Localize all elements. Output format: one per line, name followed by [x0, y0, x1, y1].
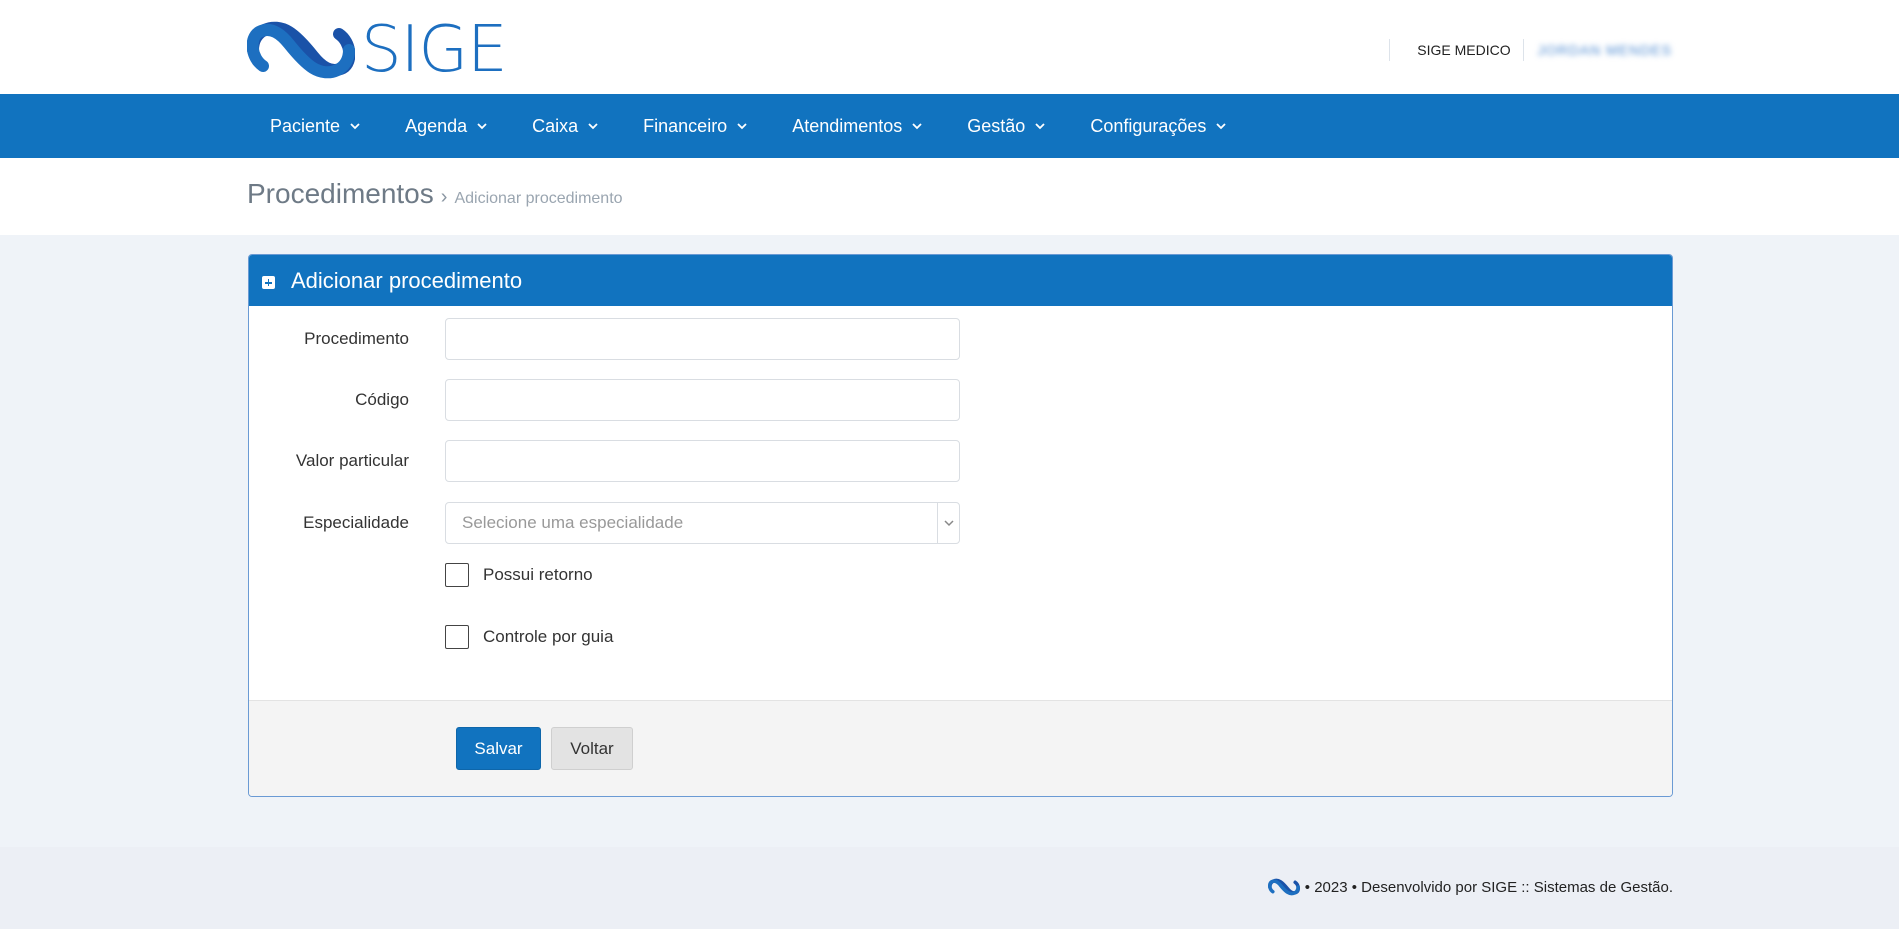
user-area: SIGE MEDICO JORDAN MENDES: [1389, 38, 1672, 62]
nav-item-label: Caixa: [532, 115, 579, 136]
chevron-down-icon: [477, 123, 487, 130]
breadcrumb: Procedimentos › Adicionar procedimento: [247, 178, 623, 210]
infinity-logo-icon: [247, 21, 355, 79]
infinity-logo-icon: [1267, 878, 1300, 896]
form-actions: Salvar Voltar: [249, 700, 1672, 796]
nav-item-label: Paciente: [270, 115, 341, 136]
form-row-codigo: Código: [249, 379, 1672, 421]
brand-name: SIGE: [361, 13, 508, 87]
clinic-name[interactable]: SIGE MEDICO: [1390, 42, 1522, 58]
possui-retorno-row[interactable]: Possui retorno: [445, 563, 593, 587]
procedimento-input[interactable]: [445, 318, 960, 360]
panel-header: Adicionar procedimento: [249, 255, 1672, 306]
save-button[interactable]: Salvar: [456, 727, 541, 770]
page-title-bar: Procedimentos › Adicionar procedimento: [0, 158, 1899, 235]
especialidade-select[interactable]: Selecione uma especialidade: [445, 502, 960, 544]
chevron-down-icon: [737, 123, 747, 130]
form-row-valor: Valor particular: [249, 440, 1672, 482]
chevron-down-icon: [1035, 123, 1045, 130]
nav-item-gestao[interactable]: Gestão: [945, 94, 1068, 158]
footer-text: • 2023 • Desenvolvido por SIGE :: Sistem…: [1304, 878, 1673, 896]
controle-guia-label[interactable]: Controle por guia: [483, 627, 613, 647]
chevron-down-icon: [1216, 123, 1227, 130]
form-row-especialidade: Especialidade Selecione uma especialidad…: [249, 502, 1672, 544]
controle-guia-checkbox[interactable]: [445, 625, 469, 649]
possui-retorno-label[interactable]: Possui retorno: [483, 565, 593, 585]
nav-item-label: Atendimentos: [792, 115, 903, 136]
especialidade-label: Especialidade: [303, 513, 409, 532]
page-footer: • 2023 • Desenvolvido por SIGE :: Sistem…: [0, 847, 1899, 929]
nav-item-configuracoes[interactable]: Configurações: [1068, 94, 1249, 158]
valor-label: Valor particular: [295, 451, 409, 470]
breadcrumb-separator: ›: [440, 186, 448, 208]
possui-retorno-checkbox[interactable]: [445, 563, 469, 587]
nav-item-atendimentos[interactable]: Atendimentos: [770, 94, 945, 158]
codigo-label: Código: [355, 390, 409, 409]
add-procedure-panel: Adicionar procedimento Procedimento Códi…: [248, 254, 1673, 797]
chevron-down-icon: [588, 123, 598, 130]
plus-square-icon: [262, 276, 275, 289]
chevron-down-icon: [937, 503, 959, 543]
form-row-procedimento: Procedimento: [249, 318, 1672, 360]
codigo-input[interactable]: [445, 379, 960, 421]
procedimento-label: Procedimento: [304, 329, 409, 348]
chevron-down-icon: [350, 123, 360, 130]
select-placeholder: Selecione uma especialidade: [462, 513, 684, 532]
main-nav: Paciente Agenda Caixa Financeiro Atendim…: [0, 94, 1899, 158]
nav-item-paciente[interactable]: Paciente: [248, 94, 383, 158]
panel-title: Adicionar procedimento: [291, 267, 523, 293]
top-header: SIGE SIGE MEDICO JORDAN MENDES: [0, 0, 1899, 94]
nav-item-label: Agenda: [405, 115, 468, 136]
user-name[interactable]: JORDAN MENDES: [1524, 42, 1672, 58]
nav-item-financeiro[interactable]: Financeiro: [621, 94, 770, 158]
valor-particular-input[interactable]: [445, 440, 960, 482]
nav-item-label: Gestão: [967, 115, 1026, 136]
controle-guia-row[interactable]: Controle por guia: [445, 625, 613, 649]
nav-item-label: Configurações: [1090, 115, 1207, 136]
chevron-down-icon: [912, 123, 922, 130]
back-button[interactable]: Voltar: [551, 727, 633, 770]
sige-logo[interactable]: SIGE: [247, 13, 508, 87]
footer-credits: • 2023 • Desenvolvido por SIGE :: Sistem…: [1267, 877, 1673, 897]
breadcrumb-current: Adicionar procedimento: [454, 190, 623, 207]
nav-item-agenda[interactable]: Agenda: [383, 94, 510, 158]
nav-item-caixa[interactable]: Caixa: [510, 94, 621, 158]
nav-item-label: Financeiro: [643, 115, 728, 136]
page-title[interactable]: Procedimentos: [247, 178, 434, 210]
